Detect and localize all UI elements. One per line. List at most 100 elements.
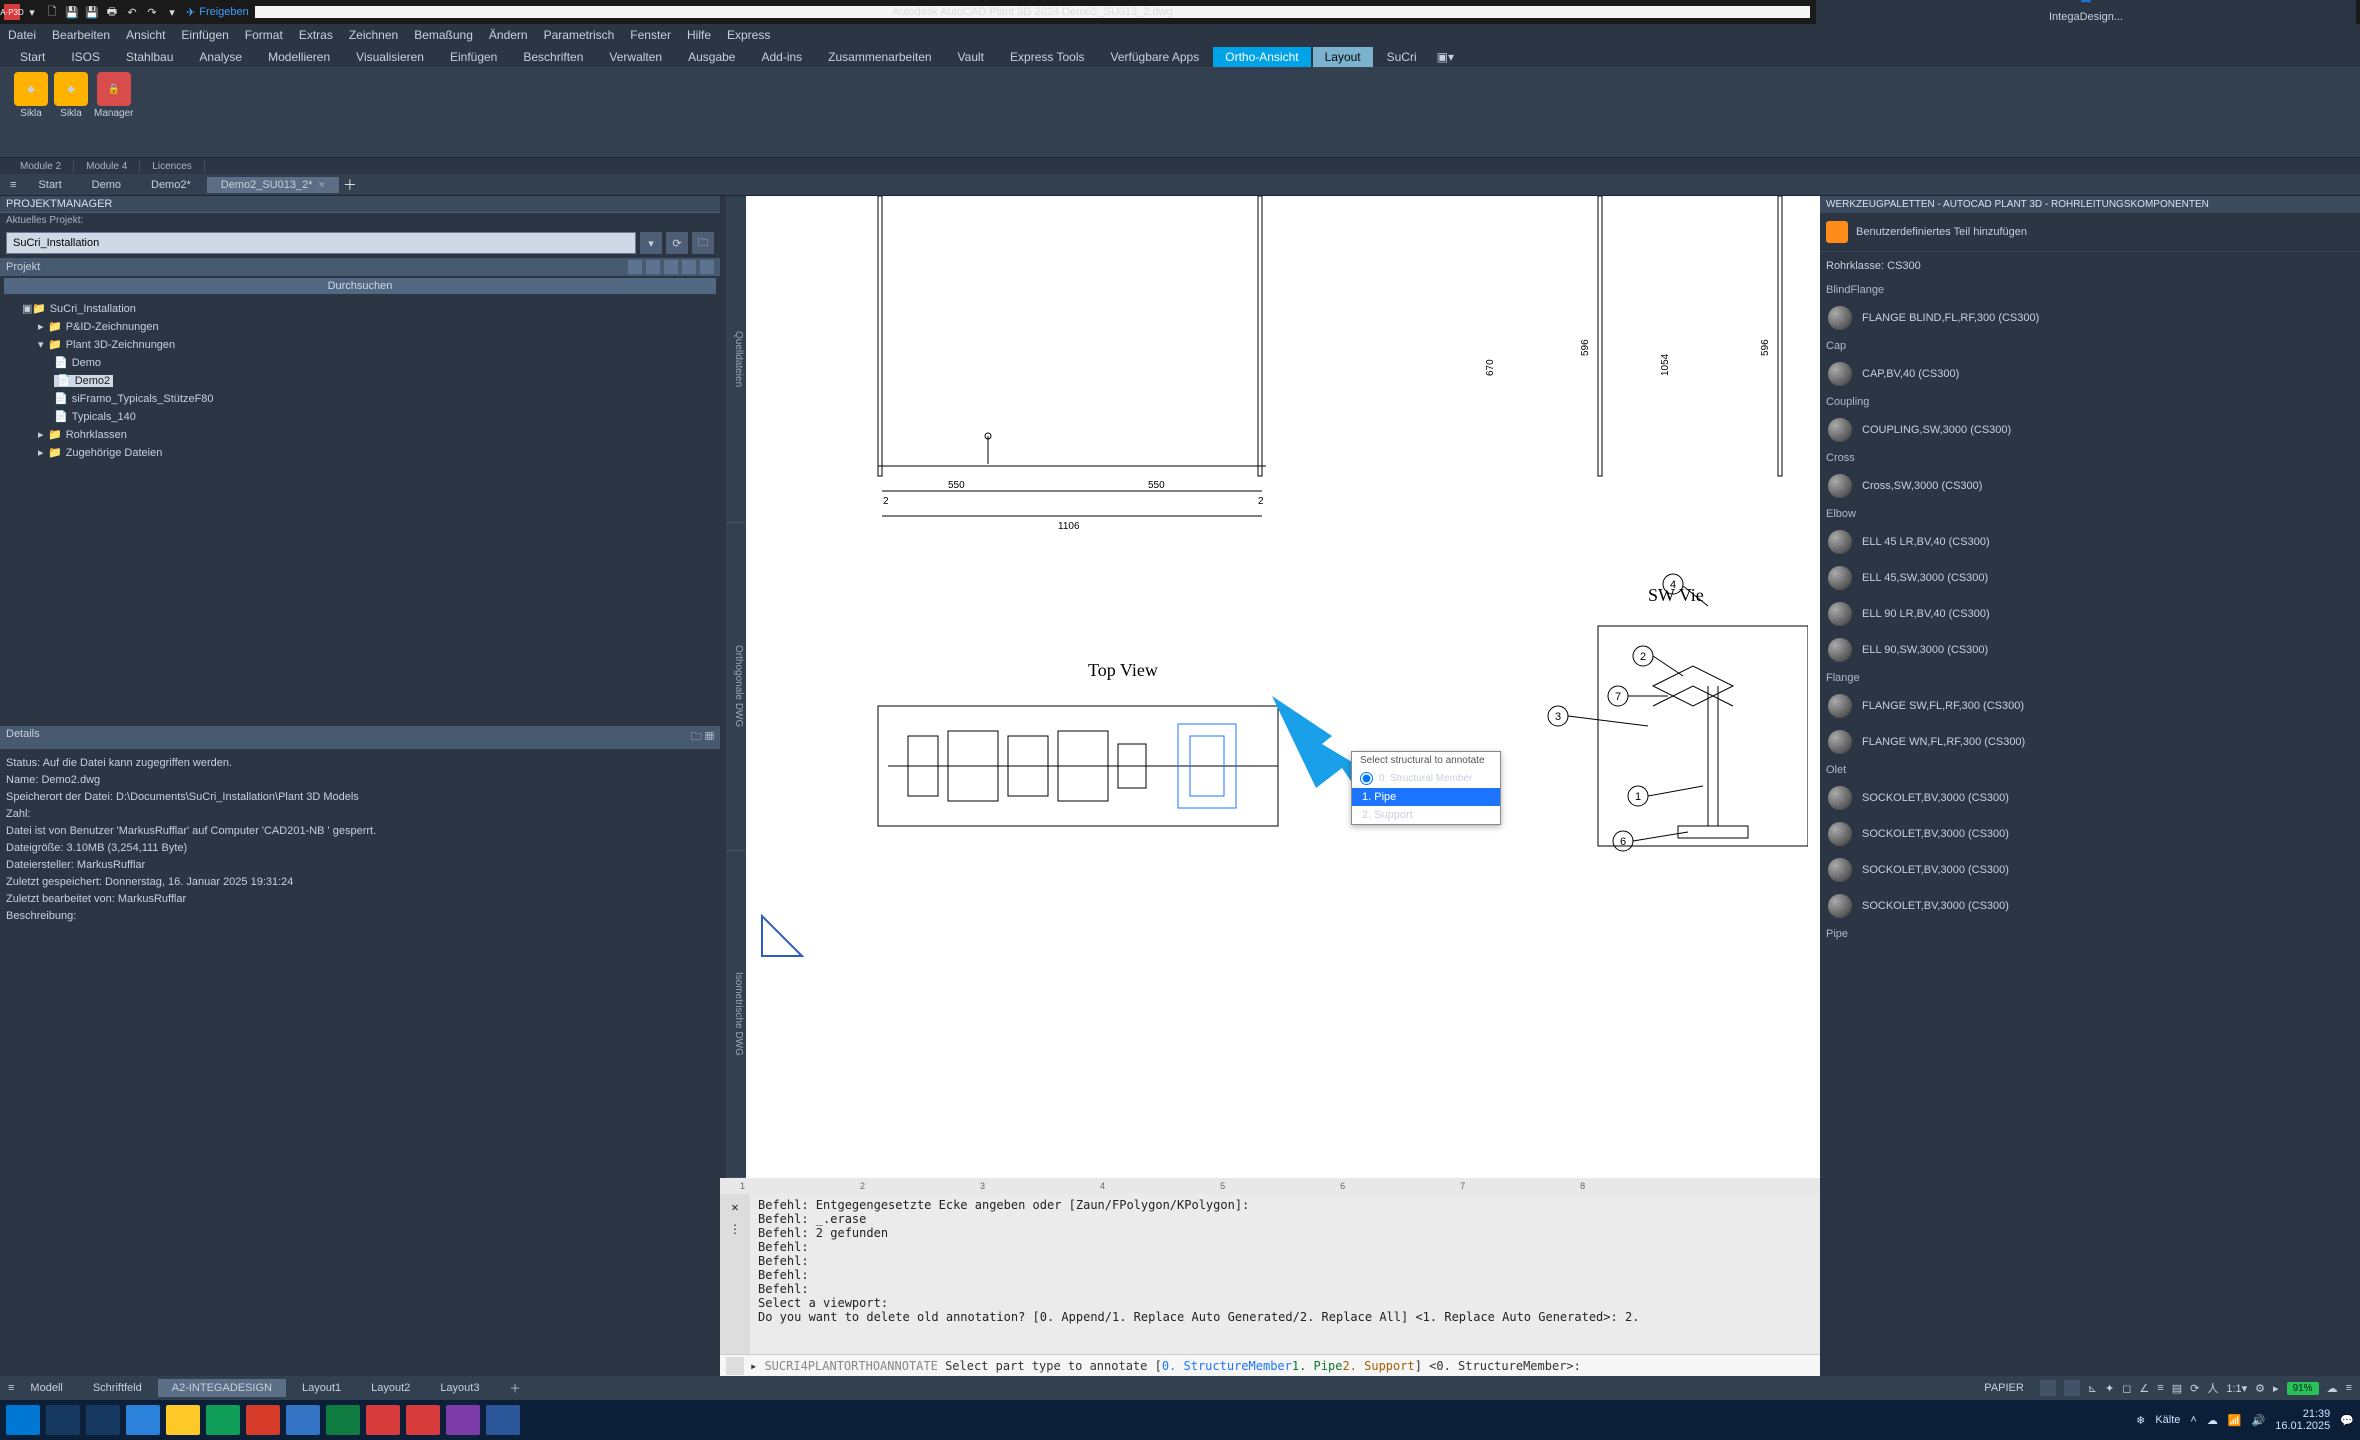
status-scale-label[interactable]: 1:1▾ (2226, 1382, 2247, 1395)
menu-express[interactable]: Express (727, 28, 770, 42)
layout-tab-a2[interactable]: A2-INTEGADESIGN (158, 1379, 286, 1397)
ribtab-analyse[interactable]: Analyse (187, 47, 254, 67)
menu-aendern[interactable]: Ändern (489, 28, 528, 42)
palette-item[interactable]: ELL 45,SW,3000 (CS300) (1820, 560, 2360, 596)
share-button[interactable]: ✈ Freigeben (186, 6, 249, 19)
menu-zeichnen[interactable]: Zeichnen (349, 28, 398, 42)
project-refresh-icon[interactable]: ⟳ (666, 232, 688, 254)
tray-notifications-icon[interactable]: 💬 (2340, 1414, 2354, 1427)
tree-file-selected[interactable]: Demo2 (54, 375, 113, 387)
palette-item[interactable]: FLANGE SW,FL,RF,300 (CS300) (1820, 688, 2360, 724)
taskbar-search-icon[interactable] (46, 1405, 80, 1435)
close-tab-icon[interactable]: × (318, 179, 324, 191)
menu-hilfe[interactable]: Hilfe (687, 28, 711, 42)
drawing-canvas[interactable]: Quelldateien Orthogonale DWG Isometrisch… (720, 196, 1820, 1178)
status-snap-icon[interactable] (2064, 1380, 2080, 1396)
status-polar-icon[interactable]: ✦ (2105, 1382, 2114, 1395)
palette-item[interactable]: COUPLING,SW,3000 (CS300) (1820, 412, 2360, 448)
details-toolbar-icon[interactable]: ▦ (705, 731, 714, 743)
menu-fenster[interactable]: Fenster (630, 28, 671, 42)
menu-datei[interactable]: Datei (8, 28, 36, 42)
project-search-button[interactable]: Durchsuchen (4, 278, 716, 294)
filetab-start[interactable]: Start (24, 177, 75, 193)
ribbon-sikla2-button[interactable]: ◆ Sikla (54, 72, 88, 119)
taskbar-app[interactable] (246, 1405, 280, 1435)
palette-item[interactable]: SOCKOLET,BV,3000 (CS300) (1820, 852, 2360, 888)
ribtab-beschriften[interactable]: Beschriften (511, 47, 595, 67)
taskbar-app[interactable] (166, 1405, 200, 1435)
filetab-demo2[interactable]: Demo2* (137, 177, 205, 193)
taskbar-app[interactable] (326, 1405, 360, 1435)
taskbar-app[interactable] (286, 1405, 320, 1435)
menu-format[interactable]: Format (245, 28, 283, 42)
project-toolbar-icon[interactable] (700, 260, 714, 274)
ribtab-layout[interactable]: Layout (1313, 47, 1373, 67)
layout-tab-modell[interactable]: Modell (16, 1379, 76, 1397)
ribbon-group-licences[interactable]: Licences (140, 161, 204, 172)
layout-tab-schriftfeld[interactable]: Schriftfeld (79, 1379, 156, 1397)
ribtab-einfuegen[interactable]: Einfügen (438, 47, 509, 67)
menu-bearbeiten[interactable]: Bearbeiten (52, 28, 110, 42)
project-toolbar-icon[interactable] (628, 260, 642, 274)
palette-item[interactable]: ELL 45 LR,BV,40 (CS300) (1820, 524, 2360, 560)
app-menu-button[interactable]: A·P3D (4, 4, 20, 20)
qat-plot-icon[interactable]: 🖶 (104, 4, 120, 20)
status-paper[interactable]: PAPIER (1984, 1382, 2024, 1394)
palette-item[interactable]: SOCKOLET,BV,3000 (CS300) (1820, 816, 2360, 852)
project-toolbar-icon[interactable] (646, 260, 660, 274)
ribtab-overflow[interactable]: ▣▾ (1431, 47, 1460, 67)
filetab-demo2su[interactable]: Demo2_SU013_2*× (207, 177, 339, 193)
menu-einfuegen[interactable]: Einfügen (181, 28, 228, 42)
tree-file[interactable]: Typicals_140 (54, 411, 136, 423)
status-osnap-icon[interactable]: ◻ (2122, 1382, 2131, 1395)
taskbar-app[interactable] (446, 1405, 480, 1435)
qat-redo-icon[interactable]: ↷ (144, 4, 160, 20)
tray-weather-label[interactable]: Kälte (2155, 1414, 2180, 1426)
taskbar-app[interactable] (366, 1405, 400, 1435)
ribtab-ortho[interactable]: Ortho-Ansicht (1213, 47, 1310, 67)
popup-option-pipe[interactable]: 1. Pipe (1352, 788, 1500, 806)
tree-file[interactable]: Demo (54, 357, 101, 369)
palette-item[interactable]: FLANGE WN,FL,RF,300 (CS300) (1820, 724, 2360, 760)
qat-saveas-icon[interactable]: 💾 (84, 4, 100, 20)
command-log[interactable]: Befehl: Entgegengesetzte Ecke angeben od… (750, 1194, 1820, 1354)
canvas-side-tabs[interactable]: Quelldateien Orthogonale DWG Isometrisch… (726, 196, 746, 1178)
ribtab-apps[interactable]: Verfügbare Apps (1099, 47, 1212, 67)
taskbar-taskview-icon[interactable] (86, 1405, 120, 1435)
filetab-menu-icon[interactable]: ≡ (4, 179, 22, 191)
project-open-icon[interactable]: 🗀 (692, 232, 714, 254)
tray-volume-icon[interactable]: 🔊 (2252, 1414, 2266, 1427)
ribtab-stahlbau[interactable]: Stahlbau (114, 47, 185, 67)
user-icon[interactable]: 👤 (2079, 0, 2093, 3)
project-dropdown-icon[interactable]: ▾ (640, 232, 662, 254)
ribtab-visualisieren[interactable]: Visualisieren (344, 47, 436, 67)
status-percent[interactable]: 91% (2287, 1382, 2319, 1395)
qat-more-icon[interactable]: ▾ (164, 4, 180, 20)
status-annoscale-icon[interactable]: 人 (2207, 1380, 2218, 1396)
taskbar-start-button[interactable] (6, 1405, 40, 1435)
ribtab-isos[interactable]: ISOS (59, 47, 112, 67)
qat-new-icon[interactable]: ▾ (24, 4, 40, 20)
ribtab-vault[interactable]: Vault (946, 47, 996, 67)
ribtab-start[interactable]: Start (8, 47, 57, 67)
cmdwin-close-icon[interactable]: ✕ (731, 1200, 738, 1214)
palette-item[interactable]: SOCKOLET,BV,3000 (CS300) (1820, 780, 2360, 816)
layout-tab-add[interactable]: ＋ (495, 1377, 534, 1399)
ribtab-modellieren[interactable]: Modellieren (256, 47, 342, 67)
ribbon-manager-button[interactable]: 🔒 Manager (94, 72, 133, 119)
ribtab-sucri[interactable]: SuCri (1375, 47, 1429, 67)
layouttabs-menu-icon[interactable]: ≡ (8, 1382, 14, 1394)
taskbar-app[interactable] (486, 1405, 520, 1435)
project-toolbar-icon[interactable] (664, 260, 678, 274)
status-cloud-icon[interactable]: ☁ (2327, 1382, 2338, 1395)
ribtab-addins[interactable]: Add-ins (749, 47, 814, 67)
filetab-add-button[interactable]: ＋ (341, 176, 359, 194)
status-lineweight-icon[interactable]: ≡ (2157, 1382, 2163, 1394)
ribtab-zusammen[interactable]: Zusammenarbeiten (816, 47, 943, 67)
menu-extras[interactable]: Extras (299, 28, 333, 42)
user-label[interactable]: IntegaDesign... (2049, 11, 2123, 23)
tray-cloud-icon[interactable]: ☁ (2207, 1414, 2218, 1427)
ribtab-ausgabe[interactable]: Ausgabe (676, 47, 747, 67)
project-toolbar-icon[interactable] (682, 260, 696, 274)
status-cycling-icon[interactable]: ⟳ (2190, 1382, 2199, 1395)
